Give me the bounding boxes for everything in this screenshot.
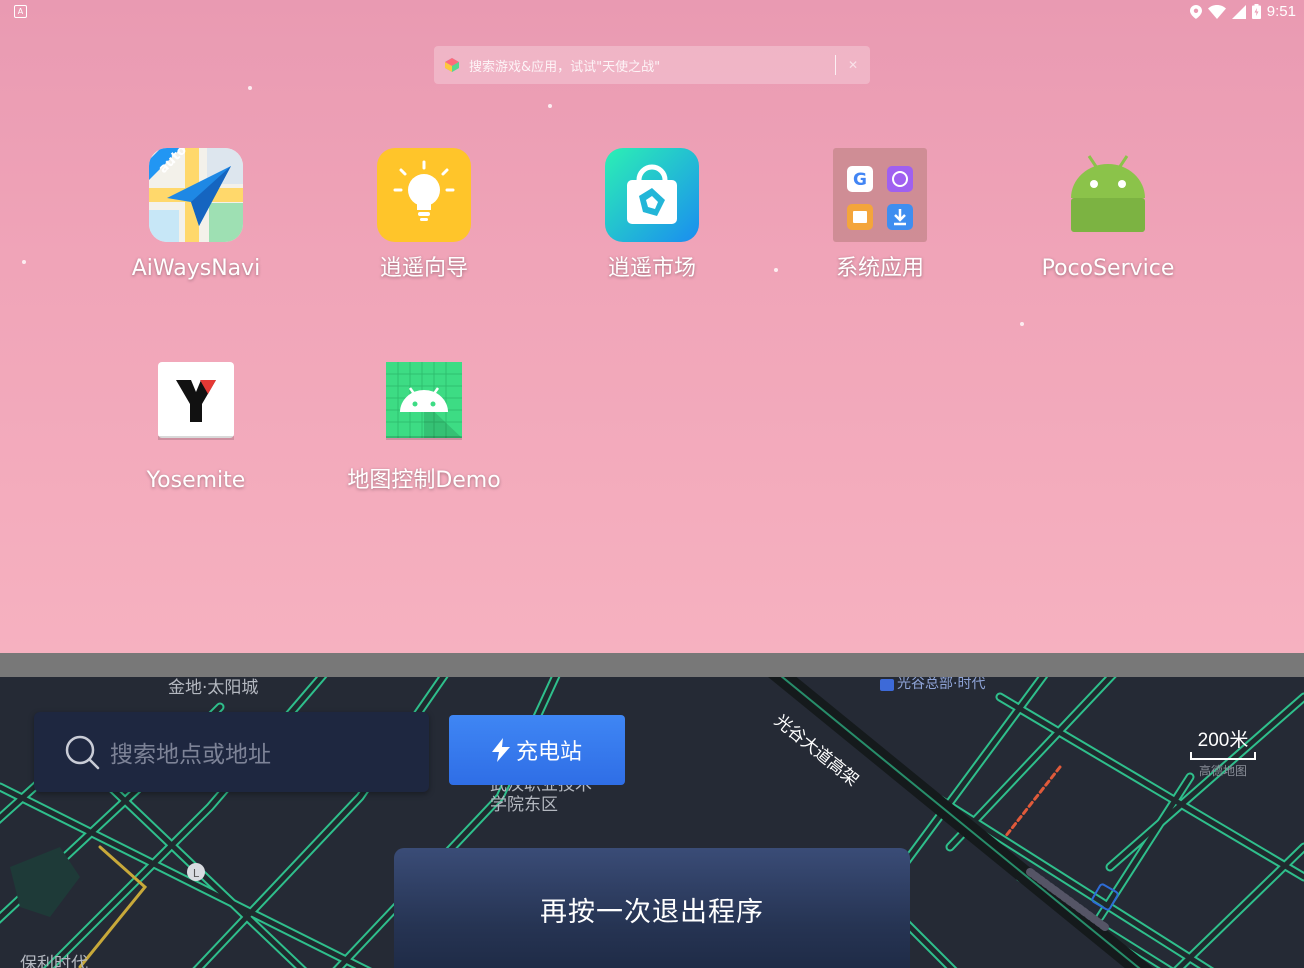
wifi-icon	[1207, 4, 1226, 19]
app-search-placeholder[interactable]: 搜索游戏&应用，试试"天使之战"	[469, 56, 835, 75]
location-icon	[1189, 4, 1202, 19]
memu-logo-icon	[445, 58, 459, 72]
home-screen: A 9:51 搜索游戏&应用，试试"天使之战" ✕ auto AiWaysNav…	[0, 0, 1304, 653]
android-robot-icon	[1071, 155, 1145, 232]
app-label: 系统应用	[835, 256, 924, 281]
exit-toast: 再按一次退出程序	[394, 848, 910, 968]
toast-message: 再按一次退出程序	[540, 897, 764, 928]
android-grid-icon	[386, 362, 462, 440]
app-label: 逍遥向导	[379, 256, 468, 281]
sparkle	[22, 260, 26, 264]
sparkle	[548, 104, 552, 108]
search-icon	[65, 735, 100, 770]
app-label: AiWaysNavi	[131, 256, 261, 281]
map-scale: 200米 高德地图	[1190, 725, 1256, 779]
sparkle	[774, 268, 778, 272]
aiways-navi-icon: auto	[149, 148, 243, 242]
signal-icon	[1231, 4, 1246, 19]
app-label: 逍遥市场	[607, 256, 696, 281]
app-label: PocoService	[1041, 256, 1175, 281]
status-bar: A 9:51	[0, 0, 1304, 24]
folder-icon: G	[833, 148, 927, 242]
svg-text:L: L	[193, 867, 200, 880]
lightning-icon	[491, 738, 510, 762]
lightbulb-icon	[377, 148, 471, 242]
split-divider[interactable]	[0, 653, 1304, 677]
map-label-poi: 光谷总部·时代	[897, 677, 986, 692]
app-label: 地图控制Demo	[347, 468, 501, 493]
app-system-apps-folder[interactable]: G 系统应用	[790, 148, 970, 284]
map-search-placeholder[interactable]: 搜索地点或地址	[110, 735, 271, 769]
app-aiwaysnavi[interactable]: auto AiWaysNavi	[106, 148, 286, 284]
charging-station-button[interactable]: 充电站	[449, 715, 625, 785]
app-yosemite[interactable]: Yosemite	[106, 362, 286, 496]
search-divider	[834, 55, 836, 75]
clock: 9:51	[1266, 3, 1296, 20]
notification-icon: A	[14, 5, 27, 18]
map-label-district: 保利时代	[20, 954, 88, 968]
scale-bar	[1190, 752, 1256, 760]
close-icon[interactable]: ✕	[848, 58, 858, 72]
yosemite-icon	[158, 362, 234, 440]
svg-text:G: G	[853, 170, 867, 190]
map-search-box[interactable]: 搜索地点或地址	[34, 712, 429, 792]
map-provider-logo: 高德地图	[1198, 764, 1247, 778]
sparkle	[248, 86, 252, 90]
app-xiaoyao-guide[interactable]: 逍遥向导	[334, 148, 514, 284]
map-view[interactable]: L 金地·太阳城 武汉职业技术学院东区 光谷大道高架 光谷总部·时代 保利时代 …	[0, 677, 1304, 968]
sparkle	[1020, 322, 1024, 326]
app-map-control-demo[interactable]: 地图控制Demo	[334, 362, 514, 496]
app-pocoservice[interactable]: PocoService	[1018, 148, 1198, 284]
shopping-bag-icon	[605, 148, 699, 242]
scale-value: 200米	[1197, 730, 1249, 751]
map-label-community: 金地·太阳城	[168, 678, 259, 698]
app-xiaoyao-market[interactable]: 逍遥市场	[562, 148, 742, 284]
charging-station-label: 充电站	[515, 740, 582, 765]
app-search-bar[interactable]: 搜索游戏&应用，试试"天使之战" ✕	[434, 46, 870, 84]
battery-icon	[1251, 4, 1261, 19]
app-label: Yosemite	[146, 468, 246, 493]
